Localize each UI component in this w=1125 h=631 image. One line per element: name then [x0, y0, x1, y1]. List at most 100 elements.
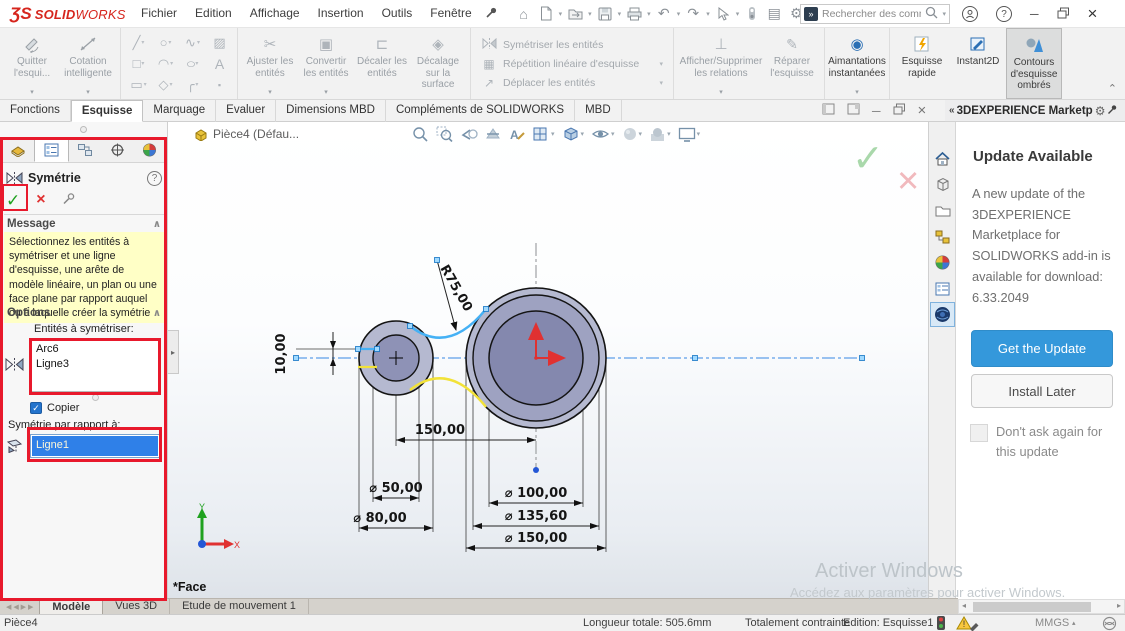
- home-icon[interactable]: ⌂: [514, 4, 534, 24]
- taskpane-resources-icon[interactable]: [930, 172, 955, 197]
- ellipse-tool-icon[interactable]: ○ ▾: [179, 54, 206, 74]
- tab-dimensions-mbd[interactable]: Dimensions MBD: [276, 100, 386, 122]
- views3d-tab[interactable]: Vues 3D: [103, 599, 171, 614]
- pm-help-icon[interactable]: ?: [147, 170, 162, 186]
- confirm-cancel-icon[interactable]: ✕: [896, 164, 920, 199]
- display-relations-button[interactable]: ⊥ Afficher/Supprimer les relations ▾: [678, 28, 764, 99]
- save-icon[interactable]: [595, 4, 615, 24]
- redo-caret-icon[interactable]: ▾: [706, 10, 710, 18]
- move-entities-button[interactable]: ↗ Déplacer les entités ▾: [481, 76, 663, 90]
- menu-affichage[interactable]: Affichage: [241, 0, 309, 27]
- point-tool-icon[interactable]: ▪: [206, 75, 233, 95]
- new-document-icon[interactable]: [536, 4, 556, 24]
- menubar-pin-icon[interactable]: [485, 6, 498, 22]
- exit-sketch-caret-icon[interactable]: ▾: [30, 88, 34, 96]
- fillet-tool-icon[interactable]: ╭ ▾: [179, 75, 206, 95]
- toggle-icon[interactable]: [742, 4, 762, 24]
- linear-pattern-caret-icon[interactable]: ▾: [659, 60, 663, 68]
- graphics-viewport[interactable]: Pièce4 (Défau... A ▾ ▾ ▾ ▾ ▾ ▾ 150,00 ⌀ …: [168, 122, 928, 598]
- pm-cancel-button[interactable]: ×: [36, 192, 45, 208]
- slot-tool-icon[interactable]: ▭ ▾: [125, 75, 152, 95]
- select-cursor-icon[interactable]: [713, 4, 733, 24]
- smart-dimension-button[interactable]: Cotation intelligente ▾: [60, 28, 116, 99]
- print-icon[interactable]: [624, 4, 644, 24]
- configurationmanager-tab[interactable]: [69, 137, 101, 162]
- taskpane-explorer-icon[interactable]: [930, 224, 955, 249]
- copy-checkbox[interactable]: ✓: [30, 402, 42, 414]
- menu-edition[interactable]: Edition: [186, 0, 241, 27]
- text-tool-icon[interactable]: A: [206, 54, 233, 74]
- list-resize-grip-icon[interactable]: [92, 394, 99, 401]
- entity-list-item[interactable]: Ligne3: [31, 357, 159, 372]
- taskpane-horizontal-scrollbar[interactable]: ◂ ▸: [958, 599, 1125, 614]
- entities-to-mirror-list[interactable]: Arc6 Ligne3: [30, 340, 160, 392]
- rectangle-tool-icon[interactable]: □ ▾: [125, 54, 152, 74]
- doc-restore-button[interactable]: [893, 103, 906, 118]
- tab-complements[interactable]: Compléments de SOLIDWORKS: [386, 100, 576, 122]
- install-later-button[interactable]: Install Later: [971, 374, 1113, 408]
- centerline-endpoint[interactable]: [533, 467, 539, 473]
- display-relations-caret-icon[interactable]: ▾: [719, 88, 723, 96]
- redo-icon[interactable]: ↷: [683, 4, 703, 24]
- close-button[interactable]: ×: [1088, 4, 1098, 24]
- options-section-header[interactable]: Options ∧: [4, 305, 164, 321]
- rapid-sketch-button[interactable]: Esquisse rapide: [894, 28, 950, 99]
- pm-ok-button[interactable]: ✓: [6, 192, 20, 209]
- search-caret-icon[interactable]: ▾: [942, 10, 946, 18]
- surface-offset-button[interactable]: ◈ Décalage sur la surface: [410, 28, 466, 99]
- scroll-left-icon[interactable]: ◂: [962, 601, 966, 610]
- undo-icon[interactable]: ↶: [654, 4, 674, 24]
- mirror-entities-button[interactable]: Symétriser les entités: [481, 37, 663, 52]
- arc-tool-icon[interactable]: ◠ ▾: [152, 54, 179, 74]
- dim-dia135[interactable]: ⌀ 135,60: [505, 509, 568, 524]
- tab-fonctions[interactable]: Fonctions: [0, 100, 71, 122]
- pm-pin-icon[interactable]: [62, 192, 76, 208]
- options-collapse-icon[interactable]: ∧: [153, 308, 161, 319]
- dim-dia80[interactable]: ⌀ 80,00: [353, 511, 406, 526]
- confirm-ok-icon[interactable]: ✓: [852, 136, 884, 181]
- taskpane-properties-icon[interactable]: [930, 276, 955, 301]
- properties-icon[interactable]: ▤: [764, 4, 784, 24]
- convert-caret-icon[interactable]: ▾: [324, 88, 328, 96]
- instant-snaps-button[interactable]: ◉ Aimantations instantanées ▾: [828, 28, 886, 99]
- sketch-canvas[interactable]: 150,00 ⌀ 50,00 ⌀ 80,00 ⌀ 100,00 ⌀ 135,60…: [168, 122, 928, 598]
- entity-list-item[interactable]: Arc6: [31, 342, 159, 357]
- exit-sketch-button[interactable]: Quitter l'esqui... ▾: [4, 28, 60, 99]
- move-entities-caret-icon[interactable]: ▾: [659, 79, 663, 87]
- line-tool-icon[interactable]: ╱ ▾: [125, 33, 152, 53]
- scrollbar-thumb[interactable]: [973, 602, 1091, 612]
- dim-radius75[interactable]: R75,00: [437, 263, 476, 315]
- save-caret-icon[interactable]: ▾: [618, 10, 622, 18]
- open-icon[interactable]: [565, 4, 585, 24]
- taskpane-marketplace-icon[interactable]: [930, 302, 955, 327]
- instant-snaps-caret-icon[interactable]: ▾: [855, 88, 859, 96]
- doc-pane-icon[interactable]: [822, 103, 835, 118]
- panel-collapse-handle[interactable]: ▸: [168, 330, 179, 374]
- command-search-box[interactable]: » Rechercher des comm ▾: [800, 4, 950, 24]
- units-caret-icon[interactable]: ▴: [1072, 619, 1076, 627]
- menu-outils[interactable]: Outils: [373, 0, 422, 27]
- ribbon-collapse-icon[interactable]: ⌃: [1108, 82, 1117, 95]
- displaymanager-tab[interactable]: [134, 137, 166, 162]
- restore-button[interactable]: [1057, 7, 1070, 22]
- dim-dia100[interactable]: ⌀ 100,00: [505, 486, 568, 501]
- shaded-contours-button[interactable]: Contours d'esquisse ombrés: [1006, 28, 1062, 99]
- model-tab[interactable]: Modèle: [39, 599, 104, 614]
- taskpane-library-icon[interactable]: [930, 198, 955, 223]
- doc-close-button[interactable]: ×: [918, 102, 927, 119]
- polygon-tool-icon[interactable]: ◇ ▾: [152, 75, 179, 95]
- new-caret-icon[interactable]: ▾: [559, 10, 563, 18]
- menu-fenetre[interactable]: Fenêtre: [421, 0, 480, 27]
- search-icon[interactable]: [925, 6, 938, 22]
- copy-checkbox-row[interactable]: ✓ Copier: [30, 402, 79, 414]
- doc-minimize-button[interactable]: ─: [872, 104, 881, 118]
- message-collapse-icon[interactable]: ∧: [153, 219, 161, 230]
- taskpane-header[interactable]: « 3DEXPERIENCE Marketp ⚙: [945, 100, 1125, 122]
- dont-ask-checkbox[interactable]: [970, 424, 988, 442]
- minimize-button[interactable]: ─: [1030, 7, 1039, 21]
- dim-center-distance[interactable]: 150,00: [415, 423, 465, 438]
- scroll-right-icon[interactable]: ▸: [1117, 601, 1121, 610]
- instant2d-button[interactable]: Instant2D: [950, 28, 1006, 99]
- convert-entities-button[interactable]: ▣ Convertir les entités ▾: [298, 28, 354, 99]
- trim-caret-icon[interactable]: ▾: [268, 88, 272, 96]
